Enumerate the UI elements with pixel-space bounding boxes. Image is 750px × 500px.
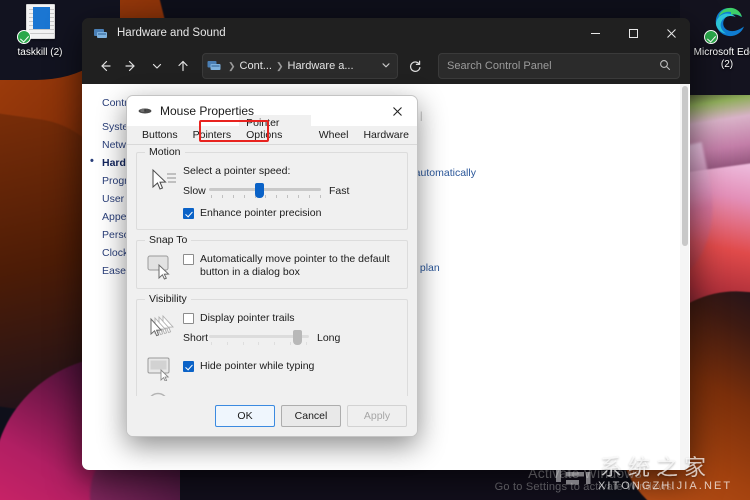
cancel-button[interactable]: Cancel bbox=[281, 405, 341, 427]
tab-pointer-options[interactable]: Pointer Options bbox=[239, 115, 311, 144]
pointer-speed-label: Select a pointer speed: bbox=[183, 165, 291, 177]
up-arrow-icon[interactable] bbox=[170, 53, 196, 79]
enhance-pointer-precision-row[interactable]: Enhance pointer precision bbox=[183, 207, 397, 220]
pointer-speed-max-label: Fast bbox=[329, 185, 350, 197]
breadcrumb-separator: ❯ bbox=[275, 60, 284, 71]
maximize-button[interactable] bbox=[614, 18, 652, 48]
activation-subtitle: Go to Settings to activate Windows. bbox=[494, 481, 676, 493]
slider-thumb[interactable] bbox=[255, 183, 265, 198]
tab-hardware[interactable]: Hardware bbox=[356, 127, 416, 144]
dialog-tabs: Buttons Pointers Pointer Options Wheel H… bbox=[127, 115, 417, 145]
link-divider: | bbox=[419, 110, 423, 122]
ok-button[interactable]: OK bbox=[215, 405, 275, 427]
desktop-icon-label: Microsoft Edge (2) bbox=[693, 47, 750, 70]
onedrive-synced-icon bbox=[17, 30, 31, 44]
display-pointer-trails-label: Display pointer trails bbox=[200, 312, 295, 324]
motion-group-legend: Motion bbox=[145, 146, 185, 158]
snap-to-checkbox[interactable] bbox=[183, 254, 194, 265]
enhance-pointer-precision-checkbox[interactable] bbox=[183, 208, 194, 219]
search-placeholder: Search Control Panel bbox=[447, 60, 552, 72]
search-input[interactable]: Search Control Panel bbox=[438, 53, 680, 79]
close-button[interactable] bbox=[652, 18, 690, 48]
tab-wheel[interactable]: Wheel bbox=[311, 127, 356, 144]
window-controls bbox=[576, 18, 690, 48]
recent-locations-chevron-down-icon[interactable] bbox=[144, 53, 170, 79]
pointer-speed-slider-row: Slow Fast bbox=[183, 183, 397, 199]
control-panel-toolbar: ❯ Cont... ❯ Hardware a... Search Control… bbox=[82, 48, 690, 84]
control-panel-icon bbox=[93, 26, 108, 41]
address-bar-control-panel-icon bbox=[207, 59, 222, 73]
breadcrumb-item-hardware-and-sound[interactable]: Hardware a... bbox=[288, 60, 354, 72]
onedrive-synced-icon bbox=[704, 30, 718, 44]
text-file-icon bbox=[17, 4, 61, 44]
apply-button: Apply bbox=[347, 405, 407, 427]
breadcrumb-item-control-panel[interactable]: Cont... bbox=[240, 60, 272, 72]
pointer-trails-slider-row: Short Long bbox=[183, 330, 397, 346]
control-panel-titlebar[interactable]: Hardware and Sound bbox=[82, 18, 690, 48]
hide-pointer-illustration-icon bbox=[147, 355, 183, 381]
scrollbar-thumb[interactable] bbox=[681, 86, 688, 246]
display-pointer-trails-row[interactable]: Display pointer trails bbox=[183, 312, 397, 325]
motion-group: Motion Select a pointer speed: Slow Fast… bbox=[136, 146, 408, 230]
desktop-icon-label: taskkill (2) bbox=[17, 47, 63, 58]
hide-pointer-while-typing-checkbox[interactable] bbox=[183, 361, 194, 372]
pointer-trails-item: Display pointer trails Short Long bbox=[147, 312, 397, 346]
pointer-trails-illustration-icon bbox=[147, 312, 183, 340]
pointer-speed-illustration-icon bbox=[147, 165, 183, 193]
desktop-icon-taskkill[interactable]: taskkill (2) bbox=[3, 4, 77, 59]
snap-to-group-legend: Snap To bbox=[145, 234, 192, 246]
windows-activation-watermark: Activate Windows Go to Settings to activ… bbox=[420, 466, 750, 494]
hide-pointer-while-typing-row[interactable]: Hide pointer while typing bbox=[183, 360, 397, 373]
snap-to-illustration-icon bbox=[147, 252, 183, 280]
visibility-group-legend: Visibility bbox=[145, 293, 191, 305]
content-scrollbar[interactable] bbox=[680, 84, 689, 470]
mouse-properties-dialog: Mouse Properties Buttons Pointers Pointe… bbox=[126, 95, 418, 437]
display-pointer-trails-checkbox[interactable] bbox=[183, 313, 194, 324]
pointer-options-panel: Motion Select a pointer speed: Slow Fast… bbox=[127, 145, 417, 431]
search-icon bbox=[659, 59, 671, 74]
address-bar-chevron-down-icon[interactable] bbox=[381, 60, 393, 72]
pointer-trails-slider[interactable] bbox=[209, 330, 309, 346]
refresh-icon[interactable] bbox=[402, 53, 428, 79]
desktop-icon-microsoft-edge[interactable]: Microsoft Edge (2) bbox=[690, 4, 750, 71]
back-arrow-icon[interactable] bbox=[92, 53, 118, 79]
pointer-trails-max-label: Long bbox=[317, 332, 341, 344]
breadcrumb-separator: ❯ bbox=[228, 60, 236, 71]
hide-pointer-while-typing-item: Hide pointer while typing bbox=[147, 355, 397, 381]
pointer-speed-slider[interactable] bbox=[209, 183, 321, 199]
pointer-speed-min-label: Slow bbox=[183, 185, 206, 197]
tab-buttons[interactable]: Buttons bbox=[135, 127, 185, 144]
tab-pointers[interactable]: Pointers bbox=[185, 127, 239, 144]
dialog-button-bar: OK Cancel Apply bbox=[127, 396, 417, 436]
forward-arrow-icon[interactable] bbox=[118, 53, 144, 79]
dialog-close-button[interactable] bbox=[377, 96, 417, 126]
hide-pointer-while-typing-label: Hide pointer while typing bbox=[200, 360, 315, 372]
mouse-icon bbox=[138, 105, 152, 117]
snap-to-group: Snap To Automatically move pointer to th… bbox=[136, 234, 408, 289]
slider-ticks bbox=[211, 195, 321, 198]
edge-icon bbox=[704, 4, 748, 44]
snap-to-row[interactable]: Automatically move pointer to the defaul… bbox=[183, 253, 397, 279]
snap-to-label: Automatically move pointer to the defaul… bbox=[200, 253, 390, 278]
slider-thumb[interactable] bbox=[292, 330, 302, 345]
address-bar[interactable]: ❯ Cont... ❯ Hardware a... bbox=[202, 53, 398, 79]
pointer-trails-min-label: Short bbox=[183, 332, 209, 344]
window-title: Hardware and Sound bbox=[117, 27, 226, 39]
enhance-pointer-precision-label: Enhance pointer precision bbox=[200, 207, 322, 219]
slider-rail bbox=[209, 188, 321, 191]
minimize-button[interactable] bbox=[576, 18, 614, 48]
